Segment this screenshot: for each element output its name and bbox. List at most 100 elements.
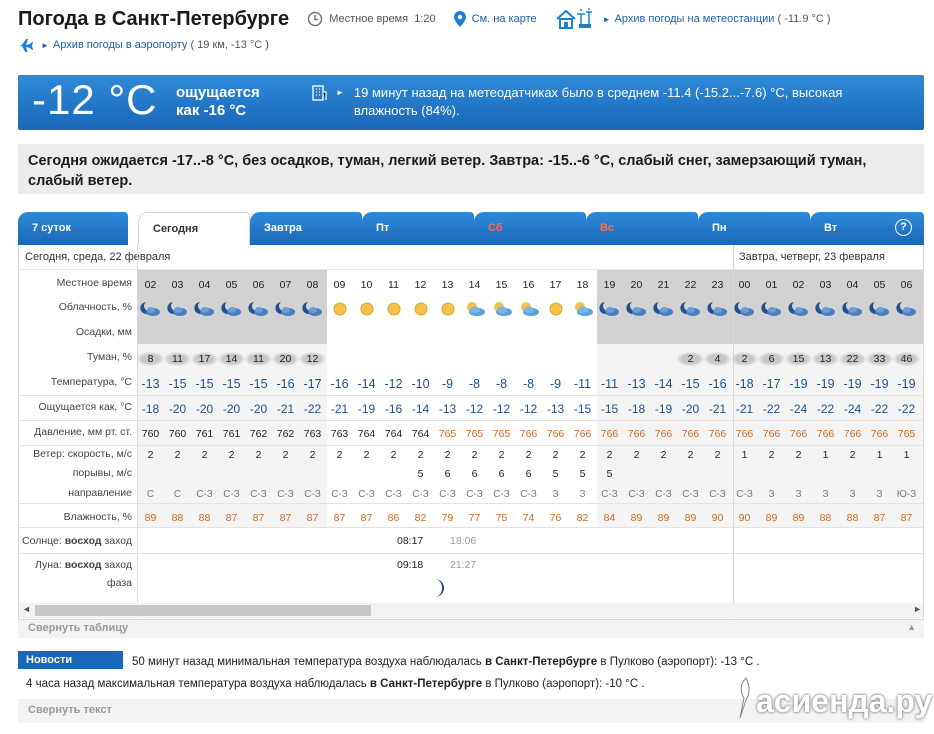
news-line-1: 50 минут назад минимальная температура в… [132, 656, 760, 668]
hour-cell: 03 [171, 279, 184, 291]
row-label-temp: Температура, °C [50, 376, 132, 388]
temp-cell: -15 [168, 377, 187, 391]
wind-cell: 2 [795, 449, 802, 461]
fog-cell: 15 [785, 352, 812, 366]
news-tab[interactable]: Новости погоды [18, 651, 123, 678]
feels-cell: -21 [708, 402, 727, 416]
airport-archive[interactable]: ► Архив погоды в аэропорту ( 19 км, -13 … [18, 38, 269, 52]
tab-sun[interactable]: Вс [586, 212, 698, 245]
collapse-table-bar[interactable]: Свернуть таблицу ▲ [18, 620, 924, 638]
hour-cell: 08 [306, 279, 319, 291]
direction-cell: З [876, 489, 883, 500]
fog-cell: 4 [704, 352, 731, 366]
pressure-cell: 766 [762, 428, 781, 440]
tab-sat[interactable]: Сб [474, 212, 586, 245]
hour-cell: 03 [819, 279, 832, 291]
row-label-fog: Туман, % [87, 351, 132, 363]
temp-cell: -16 [330, 377, 349, 391]
wind-cell: 2 [498, 449, 505, 461]
night-cloud-icon [650, 300, 677, 322]
row-label-humidity: Влажность, % [63, 511, 132, 523]
sensor-message: ► 19 минут назад на метеодатчиках было в … [336, 84, 896, 120]
direction-cell: С-З [466, 489, 483, 500]
map-link-wrap[interactable]: См. на карте [453, 11, 537, 27]
tab-tue[interactable]: Вт? [810, 212, 924, 245]
gust-cell: 6 [498, 468, 505, 480]
humidity-cell: 87 [333, 512, 346, 524]
humidity-cell: 88 [846, 512, 859, 524]
tab-mon[interactable]: Пн [698, 212, 810, 245]
pressure-cell: 761 [222, 428, 241, 440]
tab-7-days[interactable]: 7 суток [18, 212, 128, 245]
feels-cell: -22 [762, 402, 781, 416]
temp-cell: -15 [681, 377, 700, 391]
wind-cell: 2 [633, 449, 640, 461]
map-link[interactable]: См. на карте [472, 13, 537, 25]
pressure-cell: 765 [492, 428, 511, 440]
help-icon[interactable]: ? [895, 219, 912, 236]
airport-archive-link[interactable]: Архив погоды в аэропорту [53, 39, 187, 51]
tab-tomorrow[interactable]: Завтра [250, 212, 362, 245]
scrollbar-thumb[interactable] [35, 605, 371, 616]
station-archive-link[interactable]: Архив погоды на метеостанции [615, 13, 775, 25]
news-line-2: 4 часа назад максимальная температура во… [26, 678, 645, 690]
humidity-cell: 88 [819, 512, 832, 524]
current-temp: -12 °C [32, 76, 158, 123]
pressure-cell: 761 [195, 428, 214, 440]
local-time-label: Местное время [329, 13, 409, 25]
direction-cell: С-З [385, 489, 402, 500]
direction-cell: С-З [223, 489, 240, 500]
moonset-time: 21:27 [450, 559, 477, 571]
row-divider [19, 445, 923, 446]
feels-cell: -20 [249, 402, 268, 416]
humidity-cell: 76 [549, 512, 562, 524]
scroll-right-icon[interactable]: ► [913, 604, 922, 614]
tab-today[interactable]: Сегодня [138, 212, 250, 245]
scroll-left-icon[interactable]: ◄ [22, 604, 31, 614]
pressure-cell: 766 [627, 428, 646, 440]
gust-cell: 6 [471, 468, 478, 480]
news-city: в Санкт-Петербурге [369, 678, 483, 690]
gust-cell: 6 [444, 468, 451, 480]
pressure-cell: 762 [249, 428, 268, 440]
night-cloud-icon [164, 300, 191, 322]
moonrise-time: 09:18 [397, 559, 424, 571]
direction-cell: С-З [277, 489, 294, 500]
watermark: асиенда.ру [736, 676, 932, 720]
hour-cell: 17 [549, 279, 562, 291]
airport-info: ( 19 км, -13 °C ) [190, 39, 269, 51]
temp-cell: -15 [249, 377, 268, 391]
pressure-cell: 762 [276, 428, 295, 440]
sun-icon [380, 300, 407, 322]
temp-cell: -17 [303, 377, 322, 391]
temp-cell: -8 [495, 377, 508, 391]
temp-cell: -18 [735, 377, 754, 391]
wind-cell: 2 [363, 449, 370, 461]
pressure-cell: 766 [519, 428, 538, 440]
direction-cell: С [173, 489, 182, 500]
temp-cell: -15 [222, 377, 241, 391]
feels-cell: -12 [519, 402, 538, 416]
hour-cell: 06 [900, 279, 913, 291]
wind-cell: 2 [228, 449, 235, 461]
news-text: 50 минут назад минимальная температура в… [132, 656, 485, 668]
collapse-text-link[interactable]: Свернуть текст [28, 704, 112, 716]
collapse-up-icon[interactable]: ▲ [907, 622, 916, 632]
row-divider [19, 503, 923, 504]
tab-fri[interactable]: Пт [362, 212, 474, 245]
station-icon [555, 8, 592, 29]
direction-cell: С-З [304, 489, 321, 500]
collapse-table-link[interactable]: Свернуть таблицу [28, 622, 128, 634]
station-archive[interactable]: ► Архив погоды на метеостанции ( -11.9 °… [555, 8, 831, 30]
wind-cell: 2 [606, 449, 613, 461]
night-cloud-icon [704, 300, 731, 322]
horizontal-scrollbar[interactable]: ◄ ► [19, 603, 923, 618]
feels-cell: -15 [600, 402, 619, 416]
feels-like: ощущается как -16 °C [176, 84, 260, 120]
humidity-cell: 87 [279, 512, 292, 524]
row-label-time: Местное время [56, 277, 132, 289]
wind-cell: 2 [147, 449, 154, 461]
pressure-cell: 763 [330, 428, 349, 440]
tab-label: Пт [376, 222, 390, 234]
direction-cell: С-З [709, 489, 726, 500]
